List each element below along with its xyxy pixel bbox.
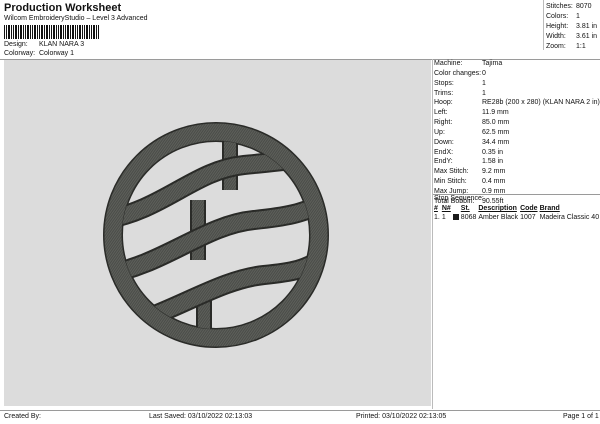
col-st: St. <box>460 205 470 212</box>
row-code: 1007 <box>520 214 536 221</box>
stat-colors: Colors: 1 <box>546 13 580 20</box>
detail-max-stitch: Max Stitch: 9.2 mm <box>434 168 506 176</box>
row-n: 1 <box>441 214 446 221</box>
colorway-row: Colorway: Colorway 1 <box>4 50 74 57</box>
footer-divider <box>0 410 600 411</box>
row-brand: Madeira Classic 40 <box>539 214 600 221</box>
detail-endx: EndX: 0.35 in <box>434 148 504 156</box>
footer-last-saved: Last Saved: 03/10/2022 02:13:03 <box>149 413 253 420</box>
footer-printed: Printed: 03/10/2022 02:13:05 <box>356 413 447 420</box>
row-st: 8068 <box>460 214 477 221</box>
stat-zoom: Zoom: 1:1 <box>546 43 586 50</box>
detail-stops: Stops: 1 <box>434 79 486 87</box>
footer-created-by: Created By: <box>4 413 41 420</box>
detail-color-changes: Color changes: 0 <box>434 69 486 77</box>
colorway-value: Colorway 1 <box>38 50 74 57</box>
col-n: N# <box>441 205 451 212</box>
stop-sequence-title: Stop Sequence: <box>434 195 484 202</box>
color-swatch <box>452 214 459 221</box>
col-color <box>453 205 461 213</box>
detail-down: Down: 34.4 mm <box>434 138 510 146</box>
col-code: Code <box>520 205 538 212</box>
stat-width: Width: 3.61 in <box>546 33 598 40</box>
embroidery-design <box>103 122 329 348</box>
col-brand: Brand <box>539 205 560 212</box>
machine-details: Machine: Tajima Color changes: 0 Stops: 1 T… <box>434 59 600 207</box>
detail-min-stitch: Min Stitch: 0.4 mm <box>434 178 506 186</box>
barcode <box>4 25 99 39</box>
top-stats: Stitches: 8070 Colors: 1 Height: 3.81 in Wi… <box>543 2 600 52</box>
design-label: Design: <box>4 41 28 48</box>
col-num: # <box>434 205 438 212</box>
stat-height: Height: 3.81 in <box>546 23 598 30</box>
row-num: 1. <box>434 214 440 221</box>
detail-left: Left: 11.9 mm <box>434 109 509 117</box>
detail-up: Up: 62.5 mm <box>434 128 510 136</box>
table-header-row: # N# St. Description Code Brand <box>434 205 600 213</box>
design-value: KLAN NARA 3 <box>38 41 85 48</box>
table-row: 1. 1 8068 Amber Black 1007 Madeira Class… <box>434 213 600 223</box>
design-preview-canvas <box>4 60 431 406</box>
worksheet-title: Production Worksheet <box>4 2 122 14</box>
row-description: Amber Black <box>478 214 519 221</box>
detail-hoop: Hoop: RE28b (200 x 280) (KLAN NARA 2 in) <box>434 99 600 107</box>
panel-divider <box>432 59 433 409</box>
colorway-label: Colorway: <box>4 50 36 57</box>
detail-machine: Machine: Tajima <box>434 60 503 67</box>
detail-trims: Trims: 1 <box>434 89 486 97</box>
stat-stitches: Stitches: 8070 <box>546 3 592 10</box>
detail-right: Right: 85.0 mm <box>434 119 510 127</box>
design-row: Design: KLAN NARA 3 <box>4 41 84 48</box>
col-description: Description <box>478 205 517 212</box>
footer-page: Page 1 of 1 <box>563 413 599 420</box>
detail-endy: EndY: 1.58 in <box>434 158 504 166</box>
stop-sequence-table: # N# St. Description Code Brand 1. 1 806… <box>434 205 600 223</box>
software-subtitle: Wilcom EmbroideryStudio – Level 3 Advanc… <box>4 15 148 22</box>
